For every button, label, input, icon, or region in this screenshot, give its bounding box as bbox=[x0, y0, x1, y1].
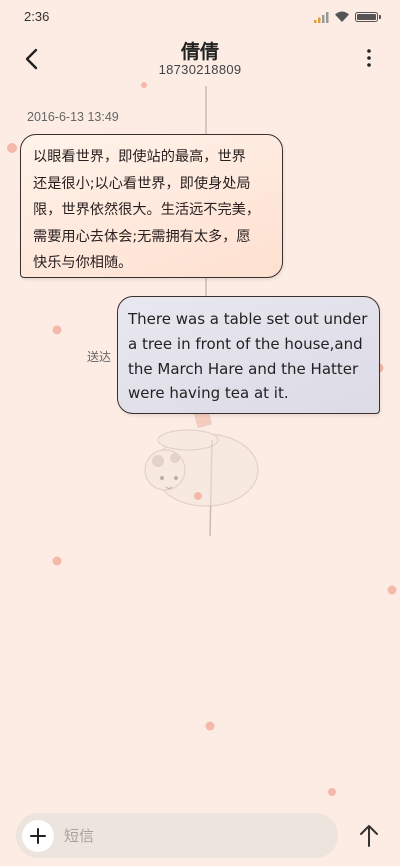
message-line: 限，世界依然很大。生活远不完美， bbox=[33, 202, 261, 218]
contact-number: 18730218809 bbox=[158, 62, 242, 77]
wifi-icon bbox=[335, 11, 349, 22]
message-line: 需要用心去体会;无需拥有太多，愿 bbox=[33, 228, 251, 245]
send-arrow-icon[interactable] bbox=[358, 824, 380, 848]
incoming-message-bubble[interactable]: 以眼看世界，即使站的最高，世界 还是很小;以心看世界，即使身处局 限，世界依然很… bbox=[20, 134, 283, 278]
signal-icon bbox=[314, 12, 329, 23]
message-line: a tree in front of the house,and bbox=[128, 334, 363, 353]
add-attachment-button[interactable] bbox=[22, 820, 54, 852]
message-line: 以眼看世界，即使站的最高，世界 bbox=[33, 149, 246, 165]
message-line: the March Hare and the Hatter bbox=[128, 359, 359, 378]
delivery-status: 送达 bbox=[87, 350, 112, 364]
contact-name: 倩倩 bbox=[180, 41, 219, 63]
status-bar: 2:36 bbox=[0, 0, 400, 34]
message-line: 快乐与你相随。 bbox=[33, 255, 133, 271]
outgoing-message-bubble[interactable]: There was a table set out under a tree i… bbox=[117, 296, 380, 414]
battery-icon bbox=[355, 12, 381, 22]
message-line: There was a table set out under bbox=[128, 310, 368, 328]
message-line: were having tea at it. bbox=[128, 384, 289, 403]
message-line: 还是很小;以心看世界，即使身处局 bbox=[33, 175, 251, 192]
message-input[interactable] bbox=[64, 825, 314, 847]
message-timestamp: 2016-6-13 13:49 bbox=[27, 110, 119, 124]
plus-icon bbox=[30, 828, 46, 844]
wallpaper-illustration bbox=[7, 82, 397, 796]
status-time: 2:36 bbox=[24, 9, 50, 24]
more-vertical-icon[interactable] bbox=[360, 47, 378, 69]
